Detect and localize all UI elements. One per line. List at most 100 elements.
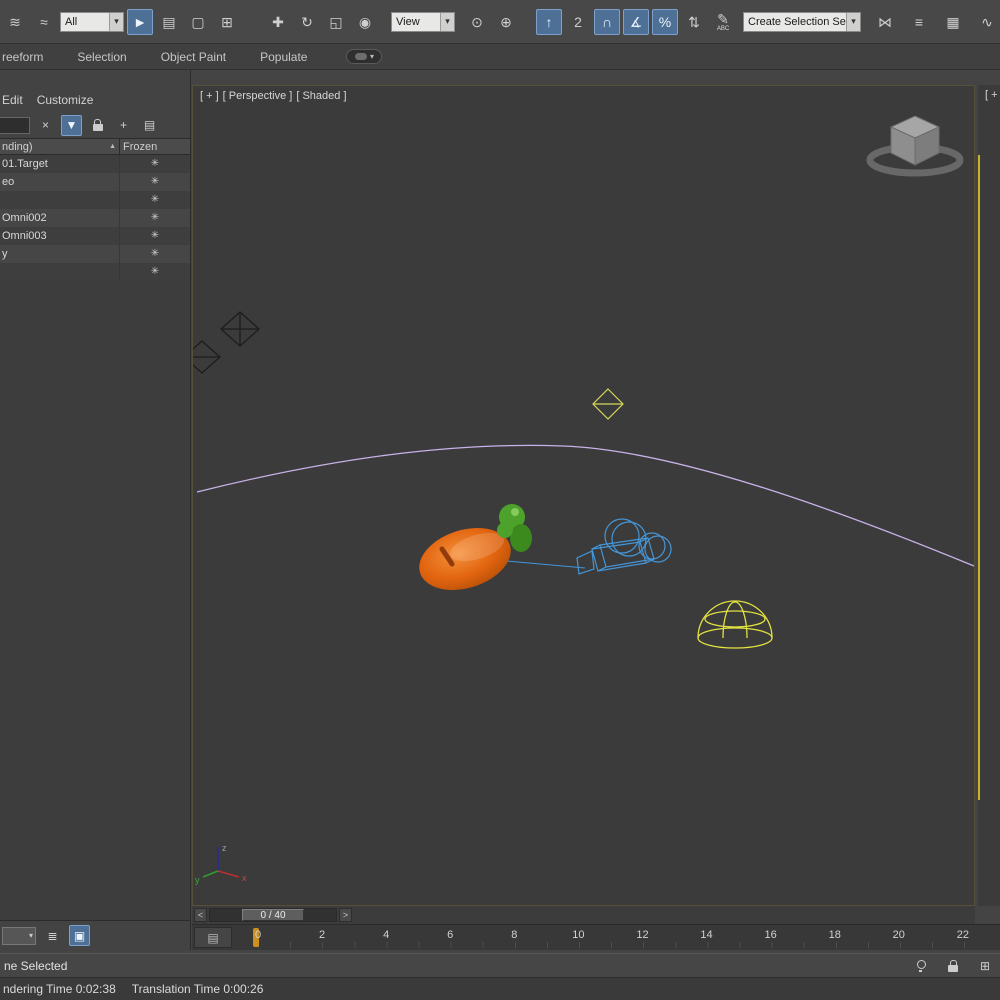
rectangular-selection-region-button[interactable]: ▢ bbox=[185, 9, 211, 35]
select-object-button[interactable]: ► bbox=[127, 8, 153, 35]
place-icon: ◉ bbox=[358, 13, 372, 30]
tab-populate[interactable]: Populate bbox=[243, 44, 324, 70]
lock-icon bbox=[948, 959, 958, 972]
viewport-menu-label[interactable]: [ + ] bbox=[985, 89, 1000, 101]
grid-icon: ⊞ bbox=[979, 959, 991, 973]
frozen-icon[interactable]: ✳ bbox=[151, 231, 159, 241]
frozen-icon[interactable]: ✳ bbox=[151, 213, 159, 223]
select-and-place-button[interactable]: ◉ bbox=[352, 9, 378, 35]
frozen-icon[interactable]: ✳ bbox=[151, 159, 159, 169]
snap-2d-button[interactable]: 2 bbox=[565, 9, 591, 35]
snap-3d-button[interactable]: ∩ bbox=[594, 8, 620, 35]
isolate-selection-button[interactable] bbox=[910, 956, 932, 976]
status-bar: ne Selected ⊞ bbox=[0, 953, 1000, 977]
sort-ascending-icon: ▲ bbox=[109, 143, 116, 150]
chevron-down-icon: ▾ bbox=[440, 12, 454, 31]
toggle-layer-explorer-button[interactable]: ▦ bbox=[940, 9, 966, 35]
lock-icon bbox=[92, 118, 103, 131]
octahedron-light-helper[interactable] bbox=[592, 388, 624, 420]
viewport-pov-label[interactable]: [ Perspective ] bbox=[223, 90, 293, 102]
octahedron-helper[interactable] bbox=[220, 311, 260, 347]
percent-snap-button[interactable]: % bbox=[652, 8, 678, 35]
mini-curve-editor-button[interactable]: ▤ bbox=[194, 927, 232, 948]
display-filter-button[interactable]: ▼ bbox=[61, 114, 82, 136]
rotate-icon: ↻ bbox=[301, 13, 313, 30]
list-icon: ▤ bbox=[143, 118, 156, 132]
minimize-ribbon-icon bbox=[354, 53, 367, 60]
display-mode-dropdown[interactable]: ▾ bbox=[2, 926, 36, 945]
layer-manager-button[interactable]: ≣ bbox=[42, 925, 63, 946]
plus-icon: + bbox=[119, 118, 127, 132]
viewcube[interactable] bbox=[866, 115, 964, 177]
camera-object[interactable] bbox=[576, 518, 672, 575]
edit-named-selection-sets-button[interactable]: ✎ ABC bbox=[710, 9, 736, 35]
perspective-viewport[interactable]: [ + ] [ Perspective ] [ Shaded ] z x y bbox=[192, 85, 975, 906]
spinner-snap-button[interactable]: ⇅ bbox=[681, 9, 707, 35]
select-and-scale-button[interactable]: ◱ bbox=[323, 9, 349, 35]
ribbon-config-button[interactable]: ▾ bbox=[346, 49, 383, 64]
scene-explorer-row[interactable]: ✳ bbox=[0, 191, 190, 209]
frame-number-label: 12 bbox=[636, 929, 649, 941]
dock-explorer-button[interactable]: ▣ bbox=[69, 925, 90, 946]
bind-to-space-warp-button[interactable]: ≈ bbox=[31, 9, 57, 35]
selection-lock-button[interactable] bbox=[942, 956, 964, 976]
menu-customize[interactable]: Customize bbox=[37, 93, 94, 107]
tab-object-paint[interactable]: Object Paint bbox=[144, 44, 243, 70]
move-arrows-icon: ✚ bbox=[272, 13, 284, 30]
align-button[interactable]: ≡ bbox=[906, 9, 932, 35]
select-and-rotate-button[interactable]: ↻ bbox=[294, 9, 320, 35]
menu-edit[interactable]: Edit bbox=[2, 93, 23, 107]
secondary-viewport[interactable]: [ + ] bbox=[978, 85, 1000, 906]
scene-explorer-row[interactable]: y ✳ bbox=[0, 245, 190, 263]
column-header-frozen[interactable]: Frozen bbox=[120, 139, 190, 154]
selection-filter-dropdown[interactable]: All ▾ bbox=[60, 11, 124, 32]
scene-explorer-row[interactable]: 01.Target ✳ bbox=[0, 155, 190, 173]
scene-explorer-empty-area bbox=[0, 281, 190, 920]
frozen-icon[interactable]: ✳ bbox=[151, 249, 159, 259]
use-center-button[interactable]: ⊙ bbox=[464, 9, 490, 35]
select-and-move-button[interactable]: ✚ bbox=[265, 9, 291, 35]
lock-explorer-button[interactable] bbox=[87, 115, 108, 136]
axis-tripod: z x y bbox=[195, 843, 247, 885]
frame-number-label: 16 bbox=[764, 929, 777, 941]
timing-bar: ndering Time 0:02:38 Translation Time 0:… bbox=[0, 977, 1000, 1000]
curve-editor-button[interactable]: ∿ bbox=[974, 9, 1000, 35]
frozen-icon[interactable]: ✳ bbox=[151, 177, 159, 187]
select-and-link-button[interactable]: ≋ bbox=[2, 9, 28, 35]
reference-coordinate-dropdown[interactable]: View ▾ bbox=[391, 11, 455, 32]
scene-explorer-row[interactable]: ✳ bbox=[0, 263, 190, 281]
translation-time-label: Translation Time 0:00:26 bbox=[131, 982, 264, 996]
frame-number-label: 6 bbox=[447, 929, 454, 941]
keyboard-override-button[interactable]: ↑ bbox=[536, 8, 562, 35]
carrot-object[interactable] bbox=[412, 504, 532, 600]
trajectory-curve[interactable] bbox=[196, 444, 974, 567]
find-input[interactable] bbox=[0, 116, 30, 134]
frozen-icon[interactable]: ✳ bbox=[151, 267, 159, 277]
time-slider-track[interactable]: 0 / 40 bbox=[209, 908, 337, 922]
scene-explorer-row[interactable]: Omni002 ✳ bbox=[0, 209, 190, 227]
add-to-selection-button[interactable]: + bbox=[113, 115, 134, 136]
previous-frame-button[interactable]: < bbox=[194, 908, 207, 922]
select-and-manipulate-button[interactable]: ⊕ bbox=[493, 9, 519, 35]
dome-object[interactable] bbox=[697, 600, 773, 649]
next-frame-button[interactable]: > bbox=[339, 908, 352, 922]
tab-freeform[interactable]: reeform bbox=[0, 44, 60, 70]
angle-snap-button[interactable]: ∡ bbox=[623, 8, 649, 35]
time-slider-handle[interactable]: 0 / 40 bbox=[242, 909, 304, 921]
list-view-button[interactable]: ▤ bbox=[139, 115, 160, 136]
scene-explorer-row[interactable]: Omni003 ✳ bbox=[0, 227, 190, 245]
window-crossing-button[interactable]: ⊞ bbox=[214, 9, 240, 35]
select-by-name-button[interactable]: ▤ bbox=[156, 9, 182, 35]
tab-selection[interactable]: Selection bbox=[60, 44, 143, 70]
grid-settings-button[interactable]: ⊞ bbox=[974, 956, 996, 976]
clear-search-button[interactable]: × bbox=[35, 115, 56, 136]
octahedron-helper-partial[interactable] bbox=[193, 340, 221, 374]
filter-icon: ▼ bbox=[65, 118, 78, 132]
column-header-name[interactable]: nding) ▲ bbox=[0, 139, 120, 154]
frozen-icon[interactable]: ✳ bbox=[151, 195, 159, 205]
scene-explorer-row[interactable]: eo ✳ bbox=[0, 173, 190, 191]
named-selection-sets-dropdown[interactable]: Create Selection Se ▾ bbox=[743, 11, 861, 32]
viewport-menu-label[interactable]: [ + ] bbox=[200, 90, 219, 102]
mirror-button[interactable]: ⋈ bbox=[872, 9, 898, 35]
viewport-shading-label[interactable]: [ Shaded ] bbox=[296, 90, 346, 102]
